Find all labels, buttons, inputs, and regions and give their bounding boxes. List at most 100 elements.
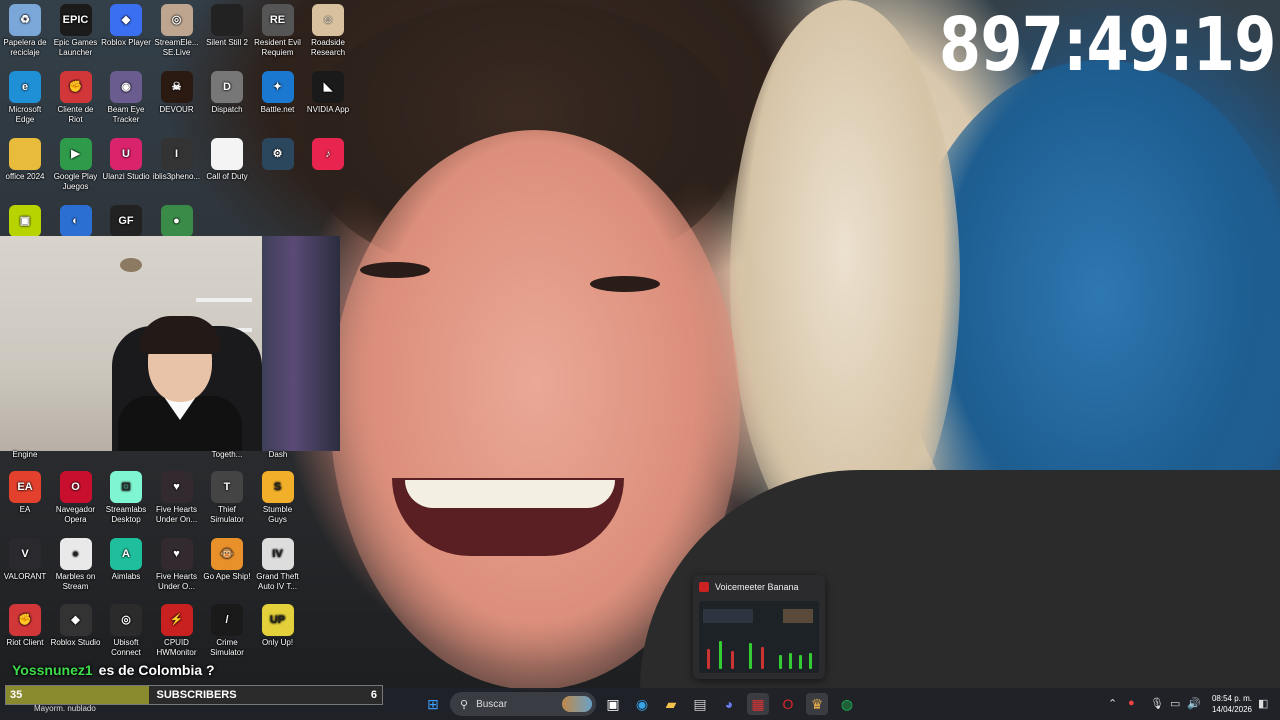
windows-start-icon[interactable]: ⊞ [422, 693, 444, 715]
desktop-icon[interactable]: ◉ Beam Eye Tracker [101, 71, 151, 125]
streamlabs-icon[interactable]: ♛ [806, 693, 828, 715]
desktop-icon[interactable]: e Microsoft Edge [0, 71, 50, 125]
desktop-icon[interactable]: T Thief Simulator [202, 471, 252, 525]
desktop-icon[interactable]: ⚙ [253, 138, 303, 172]
marbles-icon: ● [59, 537, 92, 570]
tray-app-icon[interactable]: ● [1128, 697, 1135, 709]
desktop-icon[interactable]: ♥ Five Hearts Under On... [152, 471, 202, 525]
desktop-icon-label[interactable]: Engine [0, 450, 50, 460]
dispatch-icon: D [211, 71, 243, 103]
riot-client-icon: ✊ [59, 71, 92, 103]
desktop-icon[interactable]: ☠ DEVOUR [152, 71, 202, 115]
desktop-icon[interactable]: ✊ Cliente de Riot [51, 71, 101, 125]
tray-overflow-chevron-icon[interactable]: ⌃ [1108, 697, 1117, 710]
system-clock[interactable]: 08:54 p. m. 14/04/2026 [1208, 693, 1256, 715]
desktop-icon[interactable]: ● [152, 205, 202, 239]
desktop-icon-label[interactable]: Togeth... [202, 450, 252, 460]
desktop-icon[interactable]: ⚡ CPUID HWMonitor [152, 604, 202, 658]
desktop-icon[interactable]: V VALORANT [0, 537, 50, 582]
desktop-icon[interactable]: ☺ Roadside Research [303, 4, 353, 58]
volume-icon[interactable]: 🔊 [1187, 697, 1201, 710]
desktop-icon-label: Beam Eye Tracker [107, 105, 145, 124]
edge-icon[interactable]: ◉ [631, 693, 653, 715]
chat-message: Yossnunez1 es de Colombia ? [12, 662, 215, 678]
desktop-icon-label[interactable]: Dash [253, 450, 303, 460]
roblox-icon: ◆ [110, 4, 142, 36]
desktop-icon[interactable]: Call of Duty [202, 138, 252, 182]
voicemeeter-icon[interactable]: ▦ [747, 693, 769, 715]
task-view-icon[interactable]: ▣ [602, 693, 624, 715]
desktop-icon-label: Ulanzi Studio [102, 172, 150, 181]
desktop-icon[interactable]: ♻ Papelera de reciclaje [0, 4, 50, 58]
subscriber-label: SUBSCRIBERS [156, 689, 237, 701]
desktop-icon[interactable]: / Crime Simulator [202, 604, 252, 658]
desktop-icon[interactable]: ⊡ Streamlabs Desktop [101, 471, 151, 525]
desktop-icon[interactable]: UP Only Up! [253, 604, 303, 648]
desktop-icon[interactable]: A Aimlabs [101, 537, 151, 582]
desktop-icon[interactable]: ✦ Battle.net [253, 71, 303, 115]
go-ape-ship-icon: 🐵 [211, 537, 243, 570]
clock-date: 14/04/2026 [1211, 705, 1253, 714]
desktop-icon[interactable]: ◆ Roblox Studio [51, 604, 101, 648]
desktop-icon[interactable]: ◎ Ubisoft Connect [101, 604, 151, 658]
desktop-icon-label: CPUID HWMonitor [156, 638, 197, 657]
desktop-icon[interactable]: EA EA [0, 471, 50, 515]
desktop-icon-label: Streamlabs Desktop [105, 505, 147, 524]
streamelements-icon: ◎ [160, 4, 193, 36]
chat-username: Yossnunez1 [12, 662, 93, 678]
search-box[interactable]: ⚲ Buscar [450, 692, 596, 716]
gta-iv-icon: IV [261, 537, 294, 570]
roblox-studio-icon: ◆ [59, 604, 92, 636]
desktop-icon[interactable]: RE Resident Evil Requiem [253, 4, 303, 58]
desktop-icon[interactable]: ✊ Riot Client [0, 604, 50, 648]
google-play-games-icon: ▶ [59, 138, 92, 170]
desktop-icon-label: Dispatch [211, 105, 243, 114]
desktop-icon-label: Roadside Research [310, 38, 346, 57]
desktop-icon[interactable]: S Stumble Guys [253, 471, 303, 525]
desktop-icon[interactable]: ● Marbles on Stream [51, 537, 101, 592]
desktop-icon[interactable]: O Navegador Opera [51, 471, 101, 525]
desktop-icon[interactable]: ♥ Five Hearts Under O... [152, 537, 202, 592]
nvidia-icon: ◣ [312, 71, 344, 103]
desktop-icon[interactable]: 🐵 Go Ape Ship! [202, 537, 252, 582]
file-explorer-icon[interactable]: ▰ [660, 693, 682, 715]
desktop-icon-label: office 2024 [5, 172, 45, 181]
yellow-square-icon: ▣ [9, 205, 41, 237]
weather-widget[interactable]: Mayorm. nublado [34, 704, 96, 713]
desktop-icon-label: Aimlabs [111, 571, 141, 581]
desktop-icon[interactable]: Silent Still 2 [202, 4, 252, 48]
desktop-icon[interactable]: D Dispatch [202, 71, 252, 115]
desktop-icon[interactable]: EPIC Epic Games Launcher [51, 4, 101, 58]
desktop-icon[interactable]: ▶ Google Play Juegos [51, 138, 101, 192]
subscriber-goal: 6 [370, 689, 377, 701]
desktop-icon[interactable]: office 2024 [0, 138, 50, 182]
store-icon[interactable]: ▤ [689, 693, 711, 715]
resident-evil-icon: RE [261, 4, 294, 36]
chat-text: es de Colombia ? [98, 662, 215, 678]
desktop-icon-label: Papelera de reciclaje [3, 38, 47, 57]
notifications-icon[interactable]: ◧ [1258, 697, 1268, 710]
discord-icon[interactable]: ◕ [718, 693, 740, 715]
desktop-icon[interactable]: GF [101, 205, 151, 239]
desktop-icon[interactable]: U Ulanzi Studio [101, 138, 151, 182]
desktop-icon[interactable]: ◎ StreamEle... SE.Live [152, 4, 202, 58]
desktop-icon[interactable]: IV Grand Theft Auto IV T... [253, 537, 303, 592]
desktop-icon[interactable]: ▣ [0, 205, 50, 239]
preview-thumbnail[interactable] [699, 601, 819, 673]
subscriber-count: 35 [10, 689, 23, 701]
desktop-icon[interactable]: ◆ Roblox Player [101, 4, 151, 48]
desktop-icon-label: Crime Simulator [210, 638, 244, 657]
taskbar-window-preview[interactable]: Voicemeeter Banana [693, 575, 825, 679]
devour-icon: ☠ [160, 71, 193, 103]
desktop-icon[interactable]: Iiblis3pheno... [152, 138, 202, 182]
opera-icon[interactable]: O [777, 693, 799, 715]
spotify-icon[interactable]: ◍ [836, 693, 858, 715]
search-highlight-icon [562, 696, 592, 712]
desktop-icon-label: DEVOUR [159, 105, 194, 114]
desktop-icon[interactable]: ♪ [303, 138, 353, 172]
network-icon[interactable]: ▭ [1170, 697, 1180, 710]
desktop-icon[interactable]: ◣ NVIDIA App [303, 71, 353, 115]
desktop-icon[interactable]: ◐ [51, 205, 101, 239]
microphone-icon[interactable]: 🎙 [1150, 697, 1164, 710]
ubisoft-icon: ◎ [110, 604, 142, 636]
